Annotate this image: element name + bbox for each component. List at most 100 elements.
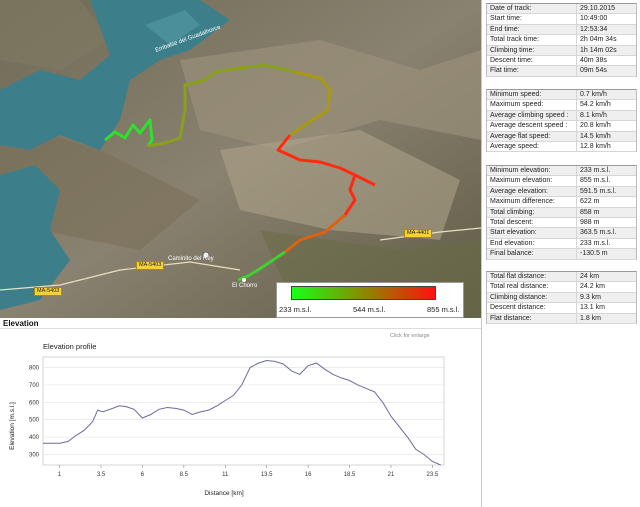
x-tick-label: 13.5 — [261, 472, 273, 478]
stat-value: 13.1 km — [576, 303, 636, 313]
time-stats-table: Date of track: 29.10.2015 Start time: 10:49… — [486, 3, 637, 77]
stat-value: 2h 04m 34s — [576, 35, 636, 45]
x-tick-label: 1 — [58, 472, 62, 478]
stat-label: Average climbing speed : — [490, 111, 569, 119]
stat-label: Maximum elevation: — [490, 177, 553, 185]
x-tick-label: 23.5 — [427, 472, 439, 478]
stat-value: 14.5 km/h — [576, 131, 636, 141]
y-tick-label: 700 — [29, 383, 40, 389]
stat-row: Date of track: 29.10.2015 — [487, 4, 636, 15]
stat-label: Start time: — [490, 15, 522, 23]
satellite-map[interactable]: Embalse del Guadalhorce Caminito del Rey… — [0, 0, 481, 318]
stat-value: 54.2 km/h — [576, 100, 636, 110]
stat-row: Average climbing speed : 8.1 km/h — [487, 110, 636, 122]
stat-row: Average descent speed : 20.8 km/h — [487, 121, 636, 132]
stat-label: Descent time: — [490, 56, 533, 64]
y-tick-label: 800 — [29, 365, 40, 371]
x-axis-label: Distance [km] — [204, 490, 244, 497]
stat-row: End time: 12:53:34 — [487, 24, 636, 36]
stat-value: 1h 14m 02s — [576, 45, 636, 55]
stat-value: 622 m — [576, 197, 636, 207]
stat-value: 24 km — [576, 272, 636, 282]
stat-label: Total climbing: — [490, 208, 535, 216]
stat-label: Average elevation: — [490, 187, 548, 195]
x-tick-label: 11 — [222, 472, 229, 478]
stat-label: Maximum difference: — [490, 198, 555, 206]
legend-gradient — [291, 286, 436, 300]
y-tick-label: 300 — [29, 453, 40, 459]
enlarge-link[interactable]: Click for enlarge — [390, 333, 430, 339]
stat-label: Flat distance: — [490, 314, 532, 322]
stat-label: End time: — [490, 25, 520, 33]
stat-value: 0.7 km/h — [576, 90, 636, 100]
stat-value: 24.2 km — [576, 282, 636, 292]
stat-row: Total climbing: 858 m — [487, 207, 636, 218]
stat-row: Average elevation: 591.5 m.s.l. — [487, 186, 636, 198]
stat-label: Climbing distance: — [490, 293, 548, 301]
x-tick-label: 18.5 — [344, 472, 356, 478]
road-badge: MA-5403 — [34, 287, 63, 296]
stat-row: Total descent: 988 m — [487, 217, 636, 229]
stat-row: Climbing distance: 9.3 km — [487, 292, 636, 304]
stat-row: Climbing time: 1h 14m 02s — [487, 45, 636, 56]
stat-value: 855 m.s.l. — [576, 176, 636, 186]
elevation-section-title: Elevation — [3, 319, 39, 328]
y-axis-label: Elevation [m.s.l.] — [9, 402, 16, 450]
stat-value: 29.10.2015 — [576, 4, 636, 14]
stat-row: Average flat speed: 14.5 km/h — [487, 131, 636, 142]
stat-value: 858 m — [576, 207, 636, 217]
elevation-stats-table: Minimum elevation: 233 m.s.l. Maximum elev… — [486, 165, 637, 260]
y-tick-label: 600 — [29, 400, 40, 406]
stat-value: -130.5 m — [576, 249, 636, 259]
legend-max: 855 m.s.l. — [427, 305, 460, 314]
stat-value: 233 m.s.l. — [576, 166, 636, 176]
x-tick-label: 3.5 — [97, 472, 106, 478]
stat-label: Total flat distance: — [490, 273, 547, 280]
stat-row: Maximum elevation: 855 m.s.l. — [487, 176, 636, 187]
x-tick-label: 16 — [305, 472, 312, 478]
stat-row: Total flat distance: 24 km — [487, 272, 636, 283]
stat-label: Average flat speed: — [490, 132, 551, 140]
stat-row: Descent distance: 13.1 km — [487, 303, 636, 314]
stat-row: Maximum difference: 622 m — [487, 197, 636, 208]
stat-value: 10:49:00 — [576, 14, 636, 24]
speed-stats-table: Minimum speed: 0.7 km/h Maximum speed: 54.2… — [486, 89, 637, 153]
track-statistics-panel: Date of track: 29.10.2015 Start time: 10:49… — [481, 0, 640, 507]
stat-label: Flat time: — [490, 67, 519, 75]
stat-label: Date of track: — [490, 5, 532, 12]
y-tick-label: 400 — [29, 435, 40, 441]
stat-value: 988 m — [576, 217, 636, 228]
gps-track-report: Embalse del Guadalhorce Caminito del Rey… — [0, 0, 640, 507]
stat-value: 12:53:34 — [576, 24, 636, 35]
stat-row: End elevation: 233 m.s.l. — [487, 238, 636, 250]
stat-value: 20.8 km/h — [576, 121, 636, 131]
stat-value: 1.8 km — [576, 313, 636, 323]
stat-label: Descent distance: — [490, 304, 546, 312]
stat-value: 40m 38s — [576, 55, 636, 66]
stat-value: 233 m.s.l. — [576, 238, 636, 249]
stat-label: Average speed: — [490, 142, 539, 150]
stat-row: Total real distance: 24.2 km — [487, 282, 636, 293]
legend-mid: 544 m.s.l. — [353, 305, 386, 314]
road-badge: MA-5403 — [136, 261, 165, 270]
road-badge: MA-4401 — [404, 229, 433, 238]
x-tick-label: 8.5 — [180, 472, 189, 478]
stat-row: Flat time: 09m 54s — [487, 66, 636, 77]
elevation-section-header: Elevation — [0, 318, 481, 329]
x-tick-label: 21 — [388, 472, 395, 478]
stat-row: Total track time: 2h 04m 34s — [487, 35, 636, 46]
legend-min: 233 m.s.l. — [279, 305, 312, 314]
elevation-chart-svg: Elevation profile 800700600500400300 1 3.… — [9, 342, 445, 497]
stat-row: Start time: 10:49:00 — [487, 14, 636, 25]
elevation-profile-chart[interactable]: Elevation profile 800 700 600 500 400 300 1 3.… — [0, 340, 481, 507]
stat-value: 9.3 km — [576, 292, 636, 303]
elevation-color-legend: 233 m.s.l. 544 m.s.l. 855 m.s.l. — [276, 282, 464, 318]
stat-row: Minimum speed: 0.7 km/h — [487, 90, 636, 101]
caminito-label: Caminito del Rey — [168, 256, 214, 262]
stat-row: Descent time: 40m 38s — [487, 55, 636, 67]
stat-value: 591.5 m.s.l. — [576, 186, 636, 197]
stat-label: Climbing time: — [490, 46, 535, 54]
map-canvas[interactable]: Embalse del Guadalhorce Caminito del Rey… — [0, 0, 481, 318]
stat-label: End elevation: — [490, 239, 535, 247]
stat-row: Flat distance: 1.8 km — [487, 313, 636, 324]
